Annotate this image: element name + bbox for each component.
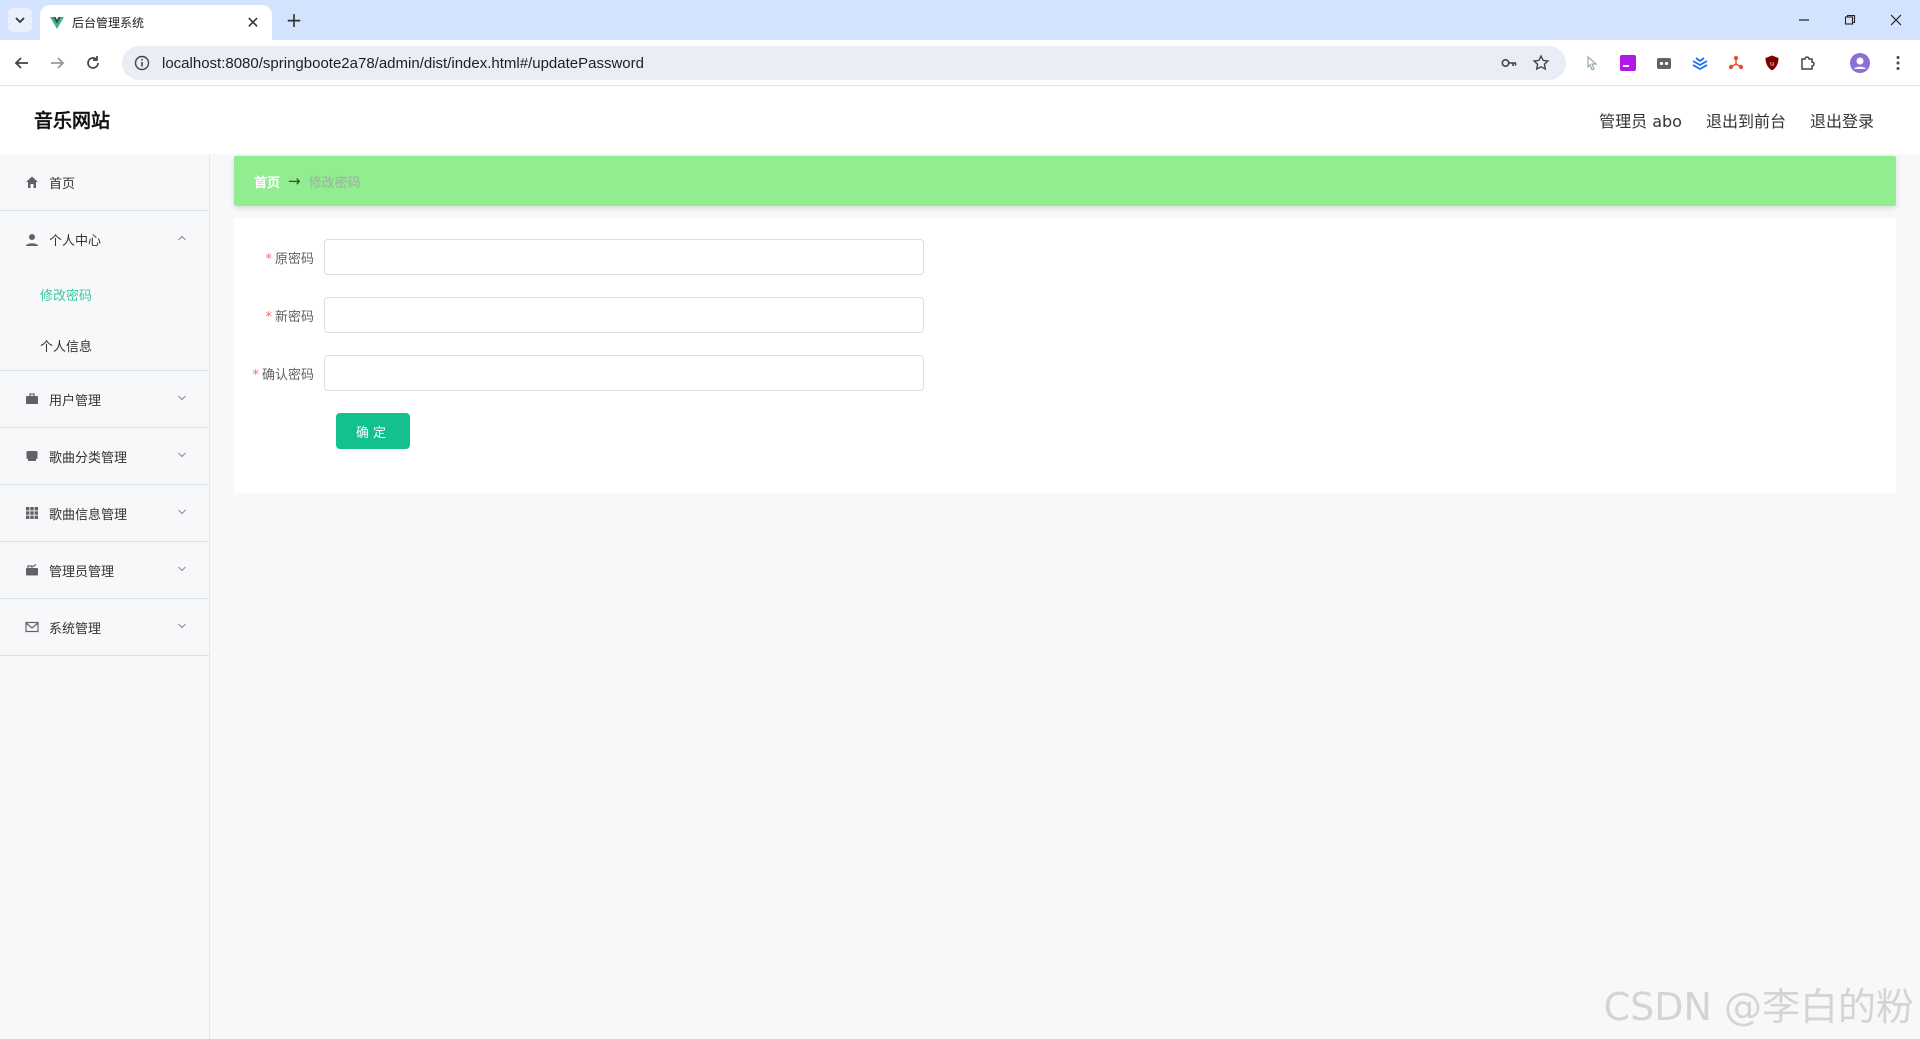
browser-menu-icon[interactable]	[1886, 51, 1910, 75]
logout-link[interactable]: 退出登录	[1810, 108, 1874, 132]
sidebar-item-label: 用户管理	[49, 393, 102, 409]
sidebar-item-song-info-management[interactable]: 歌曲信息管理	[0, 485, 209, 542]
chevron-down-icon	[177, 507, 187, 520]
new-tab-button[interactable]: +	[282, 8, 306, 32]
password-key-icon[interactable]	[1496, 50, 1522, 76]
home-icon	[24, 174, 40, 190]
folder-extension-icon[interactable]	[1652, 51, 1676, 75]
suitcase-icon	[24, 562, 40, 578]
layers-extension-icon[interactable]	[1688, 51, 1712, 75]
breadcrumb-current: 修改密码	[308, 175, 361, 191]
tray-icon	[24, 448, 40, 464]
sidebar-item-user-management[interactable]: 用户管理	[0, 371, 209, 428]
confirm-button[interactable]: 确定	[336, 413, 410, 449]
sidebar-item-label: 歌曲信息管理	[49, 507, 128, 523]
chevron-up-icon	[177, 233, 187, 246]
back-to-frontend-link[interactable]: 退出到前台	[1706, 108, 1786, 132]
current-user-label: 管理员 abo	[1599, 112, 1682, 131]
chevron-down-icon	[177, 564, 187, 577]
personal-center-submenu: 修改密码 个人信息	[0, 268, 209, 371]
browser-toolbar: localhost:8080/springboote2a78/admin/dis…	[0, 40, 1920, 86]
forward-button[interactable]	[44, 50, 70, 76]
header-links: 管理员 abo 退出到前台 退出登录	[1599, 108, 1874, 132]
minimize-icon[interactable]	[1792, 8, 1816, 32]
sidebar-item-system-management[interactable]: 系统管理	[0, 599, 209, 656]
old-password-label: * 原密码	[265, 251, 314, 267]
site-info-icon[interactable]	[134, 55, 150, 71]
profile-avatar-icon[interactable]	[1848, 51, 1872, 75]
form-row-confirm-password: * 确认密码	[234, 355, 934, 391]
cursor-extension-icon[interactable]	[1580, 51, 1604, 75]
confirm-password-input[interactable]	[324, 355, 924, 391]
vue-logo-icon	[50, 16, 64, 29]
browser-tab[interactable]: 后台管理系统 ✕	[40, 5, 272, 40]
ublock-shield-icon[interactable]: u	[1760, 51, 1784, 75]
reload-icon	[87, 56, 99, 69]
arrow-right-icon	[51, 57, 65, 69]
sidebar-subitem-personal-info[interactable]: 个人信息	[0, 320, 209, 370]
address-url[interactable]: localhost:8080/springboote2a78/admin/dis…	[162, 55, 1490, 72]
new-password-input[interactable]	[324, 297, 924, 333]
sidebar-item-label: 首页	[49, 176, 76, 192]
new-password-label: * 新密码	[265, 309, 314, 325]
chevron-down-icon	[15, 17, 25, 24]
reload-button[interactable]	[80, 50, 106, 76]
sidebar-item-personal-center[interactable]: 个人中心	[0, 211, 209, 268]
sidebar-item-label: 个人中心	[49, 234, 102, 249]
sidebar: 首页 个人中心 修改密码 个人信息 用户管理 歌曲分类管理 歌曲信息管理 管理员…	[0, 154, 210, 1039]
sidebar-item-admin-management[interactable]: 管理员管理	[0, 542, 209, 599]
confirm-password-label: * 确认密码	[252, 367, 314, 383]
extensions-puzzle-icon[interactable]	[1796, 51, 1820, 75]
sidebar-item-label: 管理员管理	[49, 564, 115, 580]
close-tab-icon[interactable]: ✕	[244, 13, 262, 32]
old-password-input[interactable]	[324, 239, 924, 275]
form-row-old-password: * 原密码	[234, 239, 934, 275]
app-title: 音乐网站	[34, 110, 111, 132]
chevron-down-icon	[177, 450, 187, 463]
briefcase-icon	[24, 391, 40, 407]
breadcrumb: 首页 → 修改密码	[234, 156, 1896, 206]
tab-title: 后台管理系统	[72, 16, 145, 30]
svg-text:u: u	[1770, 60, 1774, 68]
sidebar-subitem-update-password[interactable]: 修改密码	[0, 268, 209, 320]
tab-search-button[interactable]	[8, 8, 32, 32]
app-header: 音乐网站 管理员 abo 退出到前台 退出登录	[0, 86, 1920, 154]
bookmark-star-icon[interactable]	[1528, 50, 1554, 76]
arrow-left-icon	[14, 57, 28, 69]
chevron-down-icon	[177, 393, 187, 406]
form-row-new-password: * 新密码	[234, 297, 934, 333]
grid-icon	[24, 505, 40, 521]
update-password-form: * 原密码 * 新密码 * 确认密码 确定	[234, 218, 1896, 493]
chevron-down-icon	[177, 621, 187, 634]
close-window-icon[interactable]	[1884, 8, 1908, 32]
breadcrumb-home-link[interactable]: 首页	[254, 172, 280, 191]
address-bar[interactable]: localhost:8080/springboote2a78/admin/dis…	[122, 46, 1566, 80]
network-extension-icon[interactable]	[1724, 51, 1748, 75]
sidebar-item-home[interactable]: 首页	[0, 154, 209, 211]
sidebar-item-label: 系统管理	[49, 621, 102, 637]
sidebar-item-song-category-management[interactable]: 歌曲分类管理	[0, 428, 209, 485]
back-button[interactable]	[9, 50, 35, 76]
watermark: CSDN @李白的粉	[1603, 985, 1914, 1029]
user-icon	[24, 232, 40, 248]
sidebar-item-label: 歌曲分类管理	[49, 450, 128, 466]
browser-tab-bar: 后台管理系统 ✕ +	[0, 0, 1920, 40]
breadcrumb-separator: →	[288, 172, 301, 190]
envelope-icon	[24, 619, 40, 635]
jetbrains-extension-icon[interactable]	[1616, 51, 1640, 75]
restore-icon[interactable]	[1838, 8, 1862, 32]
